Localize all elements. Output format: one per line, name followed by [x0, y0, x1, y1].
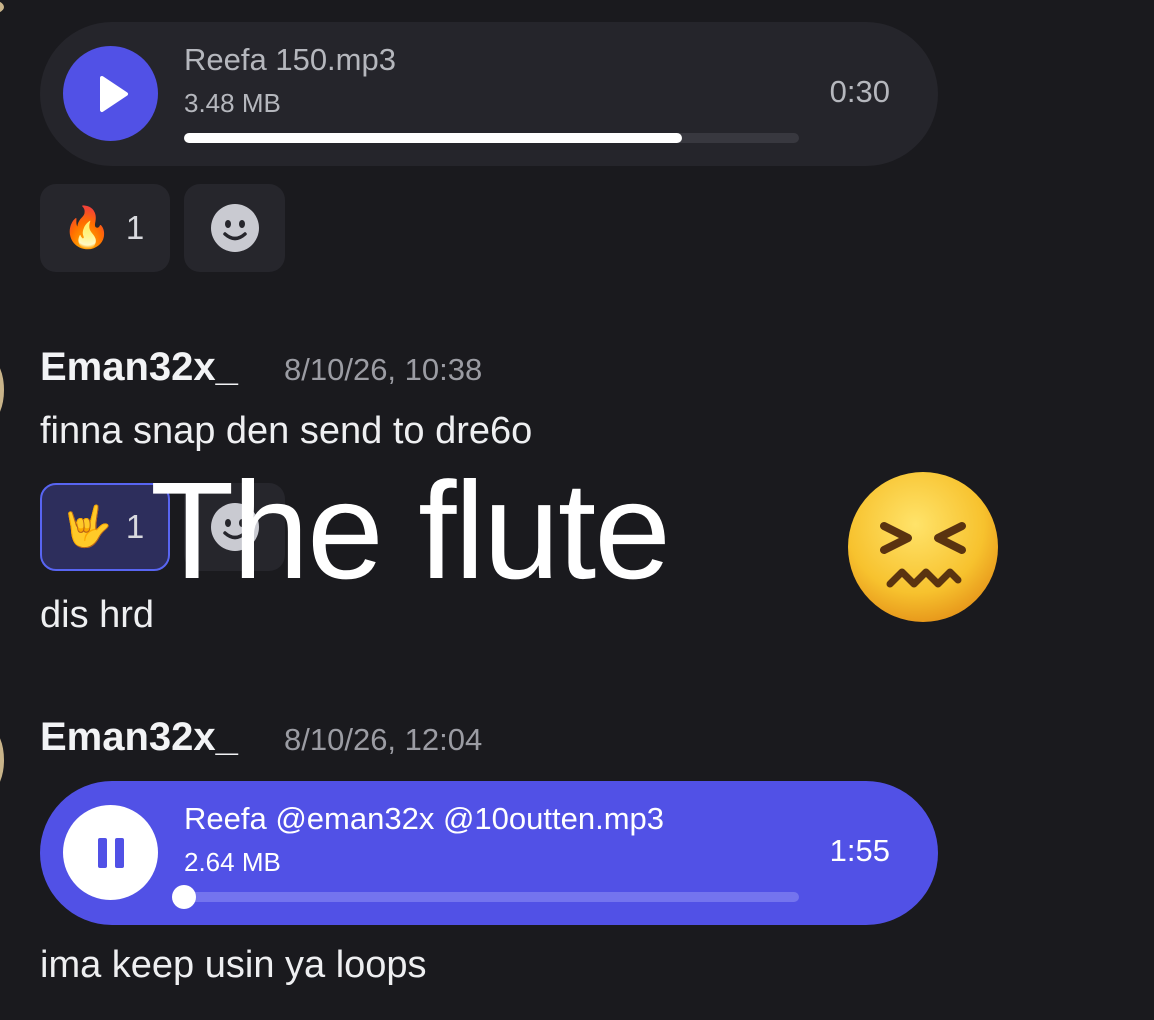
message-timestamp: 8/10/26, 12:04	[284, 722, 483, 757]
reaction-fire[interactable]: 🔥 1	[40, 184, 170, 272]
audio-progress-bar[interactable]	[172, 885, 799, 909]
avatar[interactable]	[0, 0, 4, 14]
audio-attachment: Reefa @eman32x @10outten.mp3 2.64 MB 1:5…	[40, 781, 938, 925]
audio-duration: 0:30	[829, 74, 890, 109]
add-reaction-button[interactable]	[184, 184, 285, 272]
audio-duration: 1:55	[829, 833, 890, 868]
confounded-face-icon	[848, 472, 998, 622]
sign-of-horns-emoji-icon: 🤟	[62, 505, 112, 549]
avatar[interactable]	[0, 730, 4, 790]
reaction-count: 1	[125, 508, 145, 545]
audio-scrubber-handle[interactable]	[172, 885, 196, 909]
pause-icon	[97, 837, 124, 868]
message-username[interactable]: Eman32x_	[40, 715, 238, 760]
message-text: ima keep usin ya loops	[40, 944, 427, 986]
audio-progress-bar[interactable]	[184, 133, 799, 143]
audio-progress-fill	[184, 133, 683, 143]
play-icon	[99, 75, 128, 112]
message-username[interactable]: Eman32x_	[40, 345, 238, 390]
avatar[interactable]	[0, 360, 4, 420]
message-timestamp: 8/10/26, 10:38	[284, 352, 483, 387]
pause-button[interactable]	[63, 805, 158, 900]
reaction-count: 1	[125, 209, 145, 246]
audio-attachment: Reefa 150.mp3 3.48 MB 0:30	[40, 22, 938, 166]
message-text: dis hrd	[40, 594, 155, 636]
file-name[interactable]: Reefa 150.mp3	[184, 42, 396, 78]
message-text: finna snap den send to dre6o	[40, 410, 533, 452]
add-reaction-icon	[210, 204, 259, 252]
overlay-caption: The flute	[150, 454, 671, 608]
play-button[interactable]	[63, 46, 158, 141]
file-size: 2.64 MB	[184, 847, 281, 877]
fire-emoji-icon: 🔥	[62, 206, 112, 250]
file-size: 3.48 MB	[184, 88, 281, 118]
file-name[interactable]: Reefa @eman32x @10outten.mp3	[184, 801, 664, 837]
chat-screen: Reefa 150.mp3 3.48 MB 0:30 🔥 1 Eman32x_ …	[0, 0, 1154, 1020]
